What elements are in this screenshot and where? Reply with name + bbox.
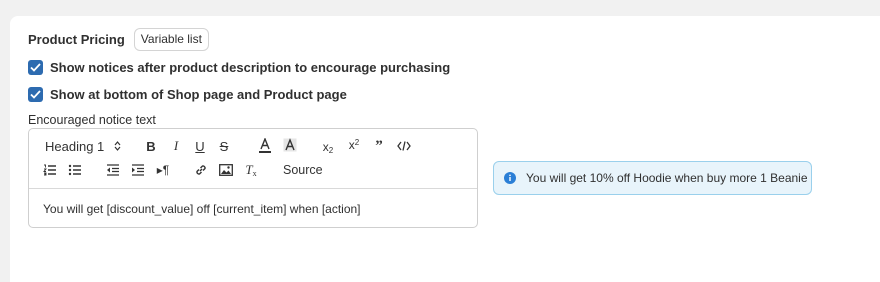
subscript-icon[interactable]: x2 xyxy=(320,138,336,156)
checkbox-row-description[interactable]: Show notices after product description t… xyxy=(28,60,450,75)
text-color-icon[interactable] xyxy=(258,137,272,155)
bullet-list-icon[interactable] xyxy=(68,161,82,179)
heading-select-value: Heading 1 xyxy=(45,138,105,154)
rich-text-editor: Heading 1 B I U S x2 x2 ” ▸¶ T x Source … xyxy=(28,128,478,228)
editor-toolbar: Heading 1 B I U S x2 x2 ” ▸¶ T x Source xyxy=(29,129,477,189)
select-arrows-icon xyxy=(114,141,121,151)
checkbox-row-shop-page[interactable]: Show at bottom of Shop page and Product … xyxy=(28,87,347,102)
checkmark-icon xyxy=(30,63,41,72)
checkbox-label: Show at bottom of Shop page and Product … xyxy=(50,87,347,102)
variable-list-button[interactable]: Variable list xyxy=(133,28,209,51)
pricing-row: Product Pricing Variable list xyxy=(28,28,209,51)
paragraph-direction-icon[interactable]: ▸¶ xyxy=(155,161,171,179)
editor-content[interactable]: You will get [discount_value] off [curre… xyxy=(29,189,477,229)
notice-preview-text: You will get 10% off Hoodie when buy mor… xyxy=(526,171,808,185)
checkbox-label: Show notices after product description t… xyxy=(50,60,451,75)
background-color-icon[interactable] xyxy=(283,137,297,155)
heading-select[interactable]: Heading 1 xyxy=(45,137,121,155)
indent-icon[interactable] xyxy=(131,161,145,179)
blockquote-icon[interactable]: ” xyxy=(372,137,386,155)
checkbox-checked[interactable] xyxy=(28,87,43,102)
pricing-label: Product Pricing xyxy=(28,32,125,47)
info-icon xyxy=(504,172,516,184)
strikethrough-icon[interactable]: S xyxy=(218,137,230,155)
notice-preview: You will get 10% off Hoodie when buy mor… xyxy=(493,161,812,195)
underline-icon[interactable]: U xyxy=(194,137,206,155)
code-icon[interactable] xyxy=(397,137,411,155)
italic-icon[interactable]: I xyxy=(170,137,182,155)
source-button[interactable]: Source xyxy=(283,161,323,179)
clear-format-icon[interactable]: Tx xyxy=(244,161,258,179)
image-icon[interactable] xyxy=(219,161,233,179)
superscript-icon[interactable]: x2 xyxy=(346,136,362,154)
bold-icon[interactable]: B xyxy=(145,137,157,155)
ordered-list-icon[interactable] xyxy=(43,161,57,179)
link-icon[interactable] xyxy=(194,161,208,179)
notice-text-label: Encouraged notice text xyxy=(28,113,156,127)
checkmark-icon xyxy=(30,90,41,99)
outdent-icon[interactable] xyxy=(106,161,120,179)
checkbox-checked[interactable] xyxy=(28,60,43,75)
